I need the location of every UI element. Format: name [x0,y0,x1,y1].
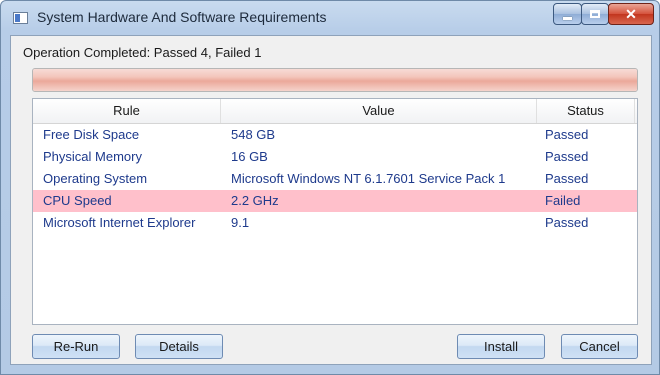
maximize-button[interactable] [581,3,609,25]
details-button[interactable]: Details [135,334,223,359]
table-row[interactable]: Operating System Microsoft Windows NT 6.1… [33,168,637,190]
rule-cell: Microsoft Internet Explorer [43,215,196,230]
rerun-button[interactable]: Re-Run [32,334,120,359]
window-title: System Hardware And Software Requirement… [37,9,327,25]
column-header-rule[interactable]: Rule [33,99,221,123]
status-cell: Failed [545,193,581,208]
close-button[interactable]: ✕ [608,3,654,25]
rule-cell: Free Disk Space [43,127,140,142]
table-header: Rule Value Status [33,99,637,124]
rule-cell: CPU Speed [43,193,112,208]
operation-status-text: Operation Completed: Passed 4, Failed 1 [23,45,262,60]
progress-bar [32,68,638,92]
value-cell: 2.2 GHz [231,193,279,208]
minimize-icon [563,16,572,20]
status-cell: Passed [545,171,589,186]
dialog-body: Operation Completed: Passed 4, Failed 1 … [10,35,652,365]
value-cell: 16 GB [231,149,268,164]
cancel-button[interactable]: Cancel [561,334,638,359]
rule-cell: Operating System [43,171,148,186]
status-cell: Passed [545,127,589,142]
install-button[interactable]: Install [457,334,545,359]
maximize-icon [590,10,600,18]
value-cell: 548 GB [231,127,276,142]
status-cell: Passed [545,215,589,230]
window-app-icon [13,12,28,24]
value-cell: 9.1 [231,215,250,230]
status-cell: Passed [545,149,589,164]
table-row[interactable]: Physical Memory 16 GB Passed [33,146,637,168]
table-row[interactable]: Microsoft Internet Explorer 9.1 Passed [33,212,637,234]
title-bar[interactable]: System Hardware And Software Requirement… [1,1,659,35]
close-icon: ✕ [625,5,637,22]
value-cell: Microsoft Windows NT 6.1.7601 Service Pa… [231,171,506,186]
requirements-table: Rule Value Status Free Disk Space 548 GB P… [32,98,638,325]
column-header-value[interactable]: Value [221,99,537,123]
rule-cell: Physical Memory [43,149,142,164]
progress-bar-fill [33,69,637,91]
minimize-button[interactable] [553,3,582,25]
column-header-status[interactable]: Status [537,99,635,123]
table-row[interactable]: Free Disk Space 548 GB Passed [33,124,637,146]
table-row[interactable]: CPU Speed 2.2 GHz Failed [33,190,637,212]
requirements-window: System Hardware And Software Requirement… [0,0,660,375]
